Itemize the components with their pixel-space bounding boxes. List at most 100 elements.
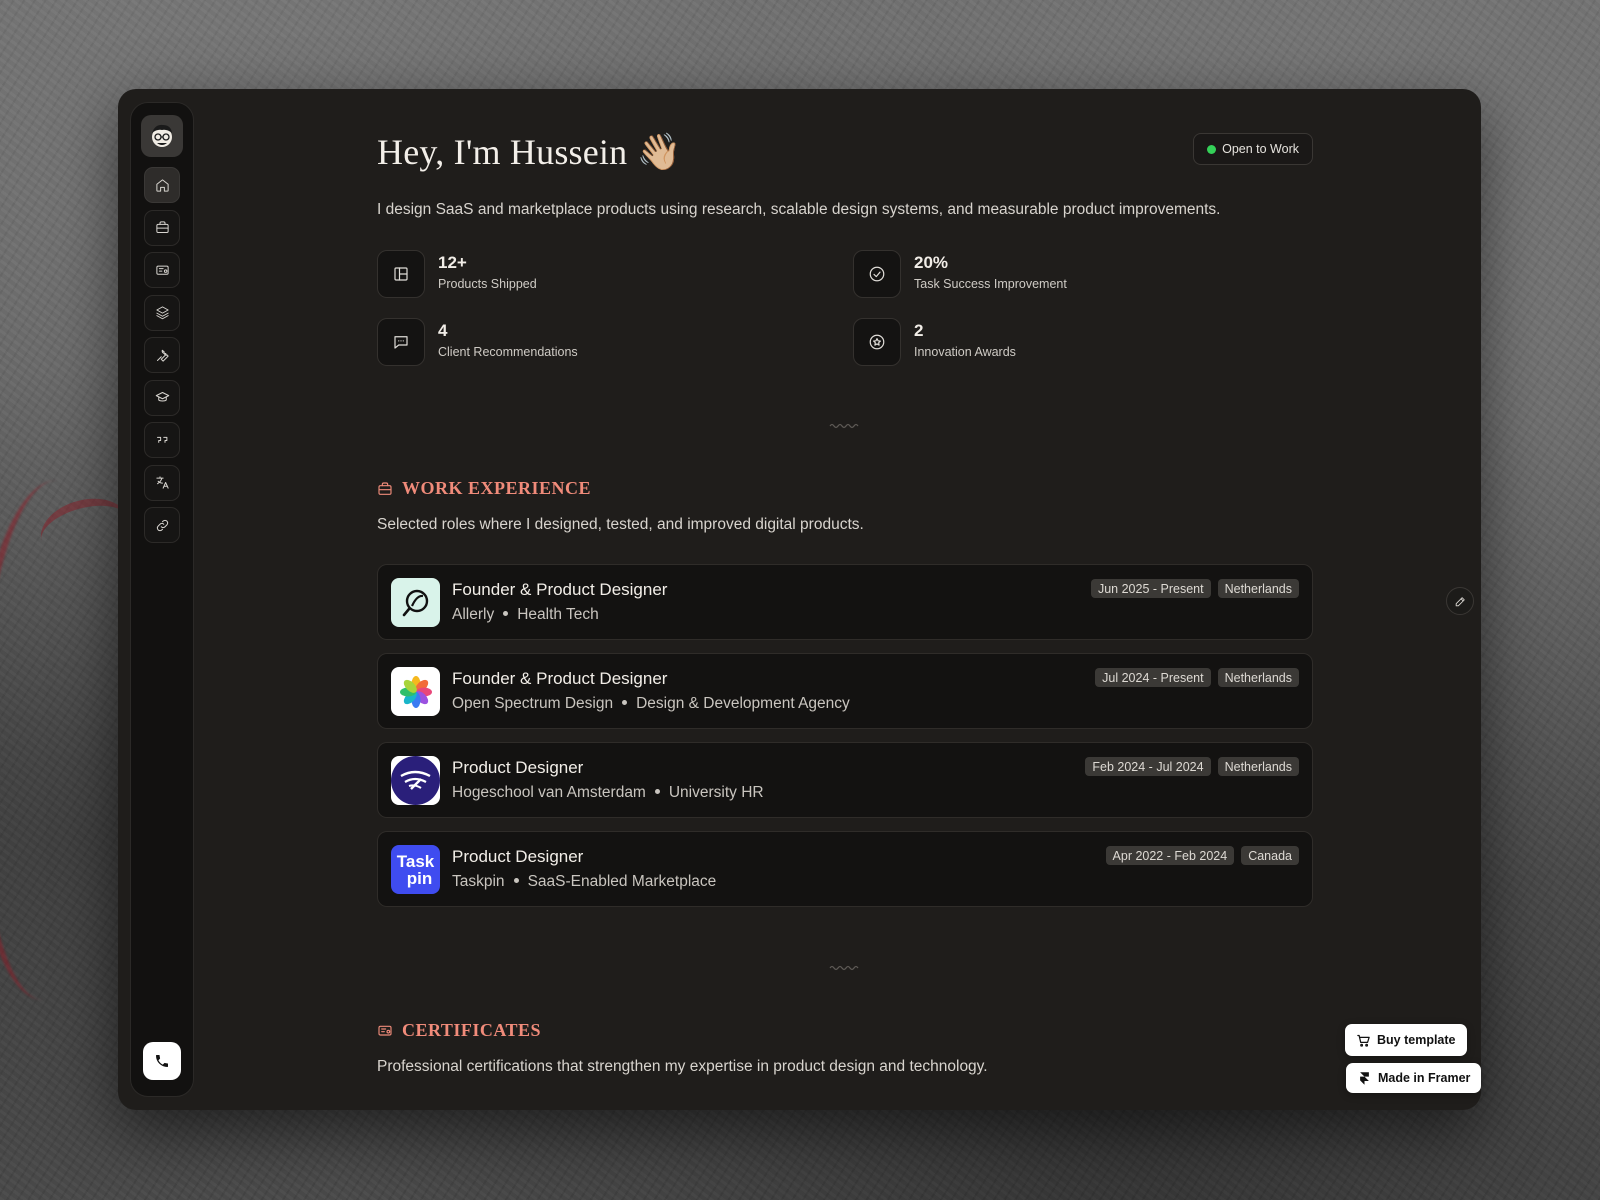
pencil-icon — [1455, 596, 1465, 606]
made-in-framer-label: Made in Framer — [1378, 1071, 1471, 1085]
hero-header: Hey, I'm Hussein 👋🏼 Open to Work — [377, 131, 1313, 172]
allerly-logo-icon — [391, 578, 440, 627]
portfolio-window: Hey, I'm Hussein 👋🏼 Open to Work I desig… — [118, 89, 1481, 1110]
stat-label: Innovation Awards — [914, 345, 1016, 359]
bullet-separator-icon — [654, 789, 660, 795]
job-dates-tag: Feb 2024 - Jul 2024 — [1085, 757, 1211, 776]
job-tags: Jun 2025 - Present Netherlands — [1090, 579, 1299, 598]
status-dot-icon — [1207, 145, 1217, 154]
check-circle-icon — [853, 250, 901, 298]
nav-home[interactable] — [144, 167, 180, 203]
buy-template-label: Buy template — [1377, 1033, 1456, 1047]
layout-icon — [377, 250, 425, 298]
stat-value: 4 — [438, 321, 448, 340]
layers-icon — [155, 306, 169, 320]
stat-client-recommendations: 4 Client Recommendations — [377, 318, 837, 366]
status-badge: Open to Work — [1193, 133, 1313, 165]
nav-tools[interactable] — [144, 337, 180, 373]
stat-label: Client Recommendations — [438, 345, 578, 359]
wrench-icon — [156, 349, 169, 362]
job-company: Hogeschool van Amsterdam — [452, 784, 646, 801]
nav-links[interactable] — [144, 507, 180, 543]
job-company-line: Hogeschool van Amsterdam University HR — [452, 784, 764, 802]
job-card-taskpin[interactable]: Task pin Product Designer Taskpin SaaS-En… — [377, 831, 1313, 907]
buy-template-button[interactable]: Buy template — [1345, 1024, 1467, 1056]
job-title: Product Designer — [452, 847, 584, 866]
briefcase-icon — [378, 481, 392, 495]
graduation-cap-icon — [155, 392, 169, 402]
stat-products-shipped: 12+ Products Shipped — [377, 250, 837, 298]
job-dates-tag: Apr 2022 - Feb 2024 — [1105, 846, 1235, 865]
work-section-title: WORK EXPERIENCE — [377, 478, 591, 499]
nav-certificates[interactable] — [144, 252, 180, 288]
job-title: Founder & Product Designer — [452, 669, 668, 688]
framer-logo-icon — [1360, 1071, 1369, 1085]
job-company-line: Allerly Health Tech — [452, 606, 599, 624]
stat-label: Task Success Improvement — [914, 277, 1067, 291]
job-company: Allerly — [452, 606, 495, 623]
job-industry: Health Tech — [517, 606, 599, 623]
link-icon — [156, 519, 168, 531]
job-tags: Jul 2024 - Present Netherlands — [1095, 668, 1299, 687]
job-company-line: Taskpin SaaS-Enabled Marketplace — [452, 873, 716, 891]
job-tags: Feb 2024 - Jul 2024 Netherlands — [1085, 757, 1299, 776]
message-icon — [377, 318, 425, 366]
job-card-open-spectrum[interactable]: Founder & Product Designer Open Spectrum… — [377, 653, 1313, 729]
job-industry: Design & Development Agency — [636, 695, 850, 712]
call-button[interactable] — [143, 1042, 181, 1080]
job-company: Open Spectrum Design — [452, 695, 614, 712]
nav-testimonials[interactable] — [144, 422, 180, 458]
phone-icon — [156, 1055, 168, 1067]
job-location-tag: Netherlands — [1217, 757, 1299, 776]
job-card-allerly[interactable]: Founder & Product Designer Allerly Health… — [377, 564, 1313, 640]
open-spectrum-logo-icon — [391, 667, 440, 716]
stat-task-success: 20% Task Success Improvement — [853, 250, 1313, 298]
nav-projects[interactable] — [144, 294, 180, 331]
job-title: Product Designer — [452, 758, 584, 777]
cart-icon — [1357, 1034, 1370, 1047]
work-section-description: Selected roles where I designed, tested,… — [377, 516, 864, 533]
stat-value: 20% — [914, 253, 949, 272]
edit-button[interactable] — [1446, 587, 1474, 615]
briefcase-icon — [155, 221, 169, 233]
nav-work[interactable] — [144, 209, 180, 246]
job-card-hva[interactable]: Product Designer Hogeschool van Amsterda… — [377, 742, 1313, 818]
job-title: Founder & Product Designer — [452, 580, 668, 599]
made-in-framer-button[interactable]: Made in Framer — [1346, 1063, 1482, 1093]
job-location-tag: Netherlands — [1217, 668, 1299, 687]
certificate-icon — [378, 1025, 392, 1036]
squiggle-divider-icon — [829, 959, 859, 971]
award-icon — [853, 318, 901, 366]
job-dates-tag: Jul 2024 - Present — [1095, 668, 1211, 687]
bullet-separator-icon — [622, 700, 628, 706]
squiggle-divider-icon — [829, 417, 859, 429]
home-icon — [155, 178, 169, 192]
bullet-separator-icon — [503, 611, 509, 617]
avatar[interactable] — [141, 115, 183, 157]
job-company-line: Open Spectrum Design Design & Development… — [452, 695, 850, 713]
work-section-label: WORK EXPERIENCE — [402, 478, 592, 498]
job-industry: University HR — [668, 784, 764, 801]
certificates-section-title: CERTIFICATES — [377, 1020, 541, 1041]
job-location-tag: Netherlands — [1217, 579, 1299, 598]
job-company: Taskpin — [452, 873, 505, 890]
sidebar-nav — [130, 102, 194, 1097]
stat-value: 2 — [914, 321, 924, 340]
bullet-separator-icon — [513, 878, 519, 884]
nav-education[interactable] — [144, 379, 180, 416]
stat-value: 12+ — [438, 253, 467, 272]
certificates-section-description: Professional certifications that strengt… — [377, 1058, 988, 1075]
stat-label: Products Shipped — [438, 277, 537, 291]
job-dates-tag: Jun 2025 - Present — [1090, 579, 1211, 598]
taskpin-logo-text: pin — [406, 868, 433, 888]
certificate-icon — [155, 265, 169, 275]
intro-text: I design SaaS and marketplace products u… — [377, 201, 1221, 218]
certificates-section-label: CERTIFICATES — [402, 1020, 542, 1040]
status-label: Open to Work — [1222, 142, 1299, 156]
taskpin-logo-icon: Task pin — [391, 845, 440, 894]
hva-logo-icon — [391, 756, 440, 805]
nav-languages[interactable] — [144, 464, 180, 501]
translate-icon — [155, 476, 169, 489]
page-title: Hey, I'm Hussein 👋🏼 — [377, 132, 682, 172]
job-industry: SaaS-Enabled Marketplace — [527, 873, 717, 890]
